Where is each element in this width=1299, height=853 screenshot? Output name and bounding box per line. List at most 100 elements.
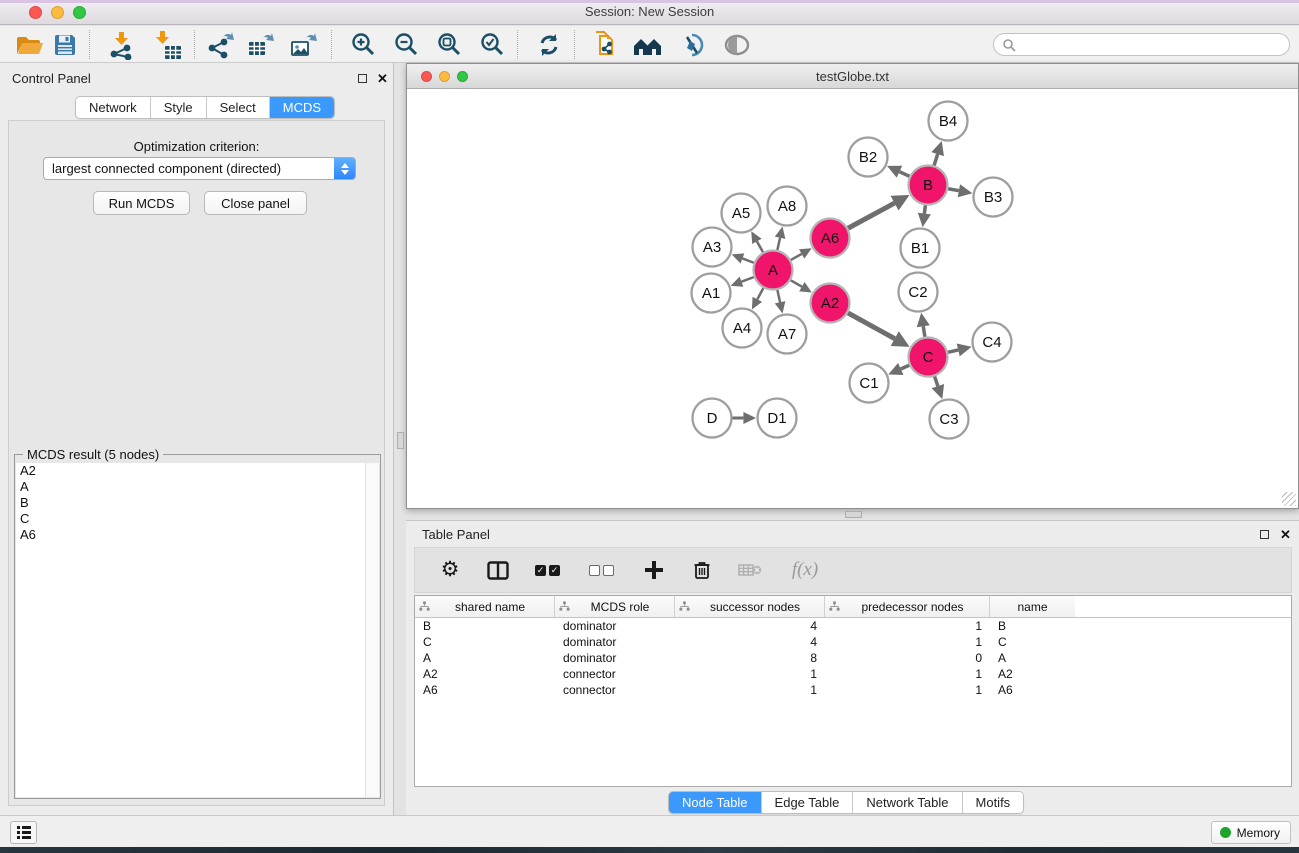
column-header-successor-nodes[interactable]: successor nodes <box>675 596 825 617</box>
zoom-in-icon[interactable] <box>345 31 381 59</box>
table-tab-motifs[interactable]: Motifs <box>963 792 1024 813</box>
graph-edge-A-A1[interactable] <box>731 277 754 287</box>
table-float-panel-icon[interactable] <box>1258 528 1271 541</box>
column-header-predecessor-nodes[interactable]: predecessor nodes <box>825 596 990 617</box>
graph-node-D1[interactable]: D1 <box>758 399 797 438</box>
optimization-criterion-dropdown[interactable]: largest connected component (directed) <box>43 157 356 180</box>
zoom-selected-icon[interactable] <box>474 31 510 59</box>
graph-edge-A2-C[interactable] <box>848 313 910 347</box>
graph-node-D[interactable]: D <box>693 399 732 438</box>
column-header-shared-name[interactable]: shared name <box>415 596 555 617</box>
search-input[interactable] <box>1016 38 1289 52</box>
zoom-fit-icon[interactable] <box>431 31 467 59</box>
delete-column-icon[interactable] <box>689 557 715 583</box>
graph-node-A2[interactable]: A2 <box>811 284 850 323</box>
graph-edge-C-C4[interactable] <box>948 343 972 356</box>
network-canvas[interactable]: A5A8 A3 A6 A A1A4A7A2 B4 B2 B B3 B1 C2 C C4 C1 C3 D D1 <box>407 89 1298 508</box>
graph-node-A3[interactable]: A3 <box>693 228 732 267</box>
graph-edge-A-A7[interactable] <box>775 290 786 313</box>
task-history-button[interactable] <box>10 821 37 844</box>
mcds-result-item[interactable]: A2 <box>16 463 365 479</box>
graph-edge-A-A3[interactable] <box>732 253 754 263</box>
graph-edge-D-D1[interactable] <box>733 412 757 424</box>
graph-node-C3[interactable]: C3 <box>930 400 969 439</box>
run-mcds-button[interactable]: Run MCDS <box>93 191 190 215</box>
first-neighbors-icon[interactable] <box>630 31 666 59</box>
export-image-icon[interactable] <box>287 31 323 59</box>
graph-node-A5[interactable]: A5 <box>722 194 761 233</box>
graph-edge-A6-B[interactable] <box>848 195 909 228</box>
mcds-result-item[interactable]: A <box>16 479 365 495</box>
close-panel-button[interactable]: Close panel <box>204 191 307 215</box>
function-builder-icon[interactable]: f(x) <box>785 557 825 583</box>
table-close-panel-icon[interactable]: ✕ <box>1279 528 1292 541</box>
tab-select[interactable]: Select <box>207 97 270 118</box>
mcds-result-list[interactable]: A2ABCA6 <box>16 463 365 797</box>
graph-node-A6[interactable]: A6 <box>811 219 850 258</box>
column-header-MCDS-role[interactable]: MCDS role <box>555 596 675 617</box>
graph-node-B2[interactable]: B2 <box>849 138 888 177</box>
mcds-result-item[interactable]: B <box>16 495 365 511</box>
tab-mcds[interactable]: MCDS <box>270 97 334 118</box>
graph-node-A8[interactable]: A8 <box>768 187 807 226</box>
graph-node-C2[interactable]: C2 <box>899 273 938 312</box>
window-resize-grip[interactable] <box>1282 492 1296 506</box>
refresh-icon[interactable] <box>531 31 567 59</box>
table-row[interactable]: A2connector11A2 <box>415 666 1291 682</box>
save-session-icon[interactable] <box>47 31 83 59</box>
memory-button[interactable]: Memory <box>1211 821 1291 844</box>
open-session-icon[interactable] <box>11 31 47 59</box>
mcds-result-item[interactable]: A6 <box>16 527 365 543</box>
table-row[interactable]: Adominator80A <box>415 650 1291 666</box>
graph-edge-C-C1[interactable] <box>888 363 909 375</box>
graph-edge-C-C2[interactable] <box>917 313 930 337</box>
column-layout-icon[interactable] <box>485 557 511 583</box>
table-tab-network-table[interactable]: Network Table <box>853 792 962 813</box>
add-column-icon[interactable] <box>641 557 667 583</box>
graph-node-A1[interactable]: A1 <box>692 274 731 313</box>
close-panel-icon[interactable]: ✕ <box>376 72 389 85</box>
graph-node-C1[interactable]: C1 <box>850 364 889 403</box>
splitter-handle-vertical[interactable] <box>397 432 404 449</box>
graph-edge-A-A8[interactable] <box>775 227 786 250</box>
graph-node-A4[interactable]: A4 <box>723 309 762 348</box>
table-tab-node-table[interactable]: Node Table <box>669 792 762 813</box>
graph-edge-B-B3[interactable] <box>948 184 972 197</box>
tab-style[interactable]: Style <box>151 97 207 118</box>
graph-edge-A-A2[interactable] <box>791 280 812 292</box>
graph-node-B3[interactable]: B3 <box>974 178 1013 217</box>
graph-node-B4[interactable]: B4 <box>929 102 968 141</box>
tab-network[interactable]: Network <box>76 97 151 118</box>
graph-edge-A-A4[interactable] <box>752 288 763 309</box>
import-table-icon[interactable] <box>150 31 186 59</box>
float-panel-icon[interactable] <box>356 72 369 85</box>
graph-node-A7[interactable]: A7 <box>768 315 807 354</box>
graph-node-A[interactable]: A <box>754 251 793 290</box>
export-network-icon[interactable] <box>202 31 238 59</box>
table-row[interactable]: A6connector11A6 <box>415 682 1291 698</box>
graph-node-B[interactable]: B <box>909 166 948 205</box>
graph-edge-C-C3[interactable] <box>932 376 945 399</box>
table-row[interactable]: Bdominator41B <box>415 618 1291 634</box>
graph-edge-A-A6[interactable] <box>791 248 812 260</box>
import-network-icon[interactable] <box>104 31 140 59</box>
graph-node-B1[interactable]: B1 <box>901 229 940 268</box>
splitter-handle-horizontal[interactable] <box>845 511 862 518</box>
table-row[interactable]: Cdominator41C <box>415 634 1291 650</box>
search-box[interactable] <box>993 33 1290 56</box>
export-table-icon[interactable] <box>244 31 280 59</box>
hide-graphics-details-icon[interactable] <box>674 31 710 59</box>
eye-icon[interactable] <box>719 31 755 59</box>
graph-edge-B-B1[interactable] <box>918 205 931 227</box>
graph-edge-B-B4[interactable] <box>931 141 944 165</box>
graph-node-C[interactable]: C <box>909 338 948 377</box>
graph-node-C4[interactable]: C4 <box>973 323 1012 362</box>
mcds-list-scrollbar[interactable] <box>365 463 379 797</box>
column-header-name[interactable]: name <box>990 596 1075 617</box>
new-network-from-selection-icon[interactable] <box>588 31 624 59</box>
deselect-all-columns-icon[interactable] <box>587 557 619 583</box>
zoom-out-icon[interactable] <box>388 31 424 59</box>
graph-edge-A-A5[interactable] <box>751 231 763 252</box>
delete-table-icon[interactable] <box>737 557 763 583</box>
settings-icon[interactable]: ⚙ <box>437 557 463 583</box>
